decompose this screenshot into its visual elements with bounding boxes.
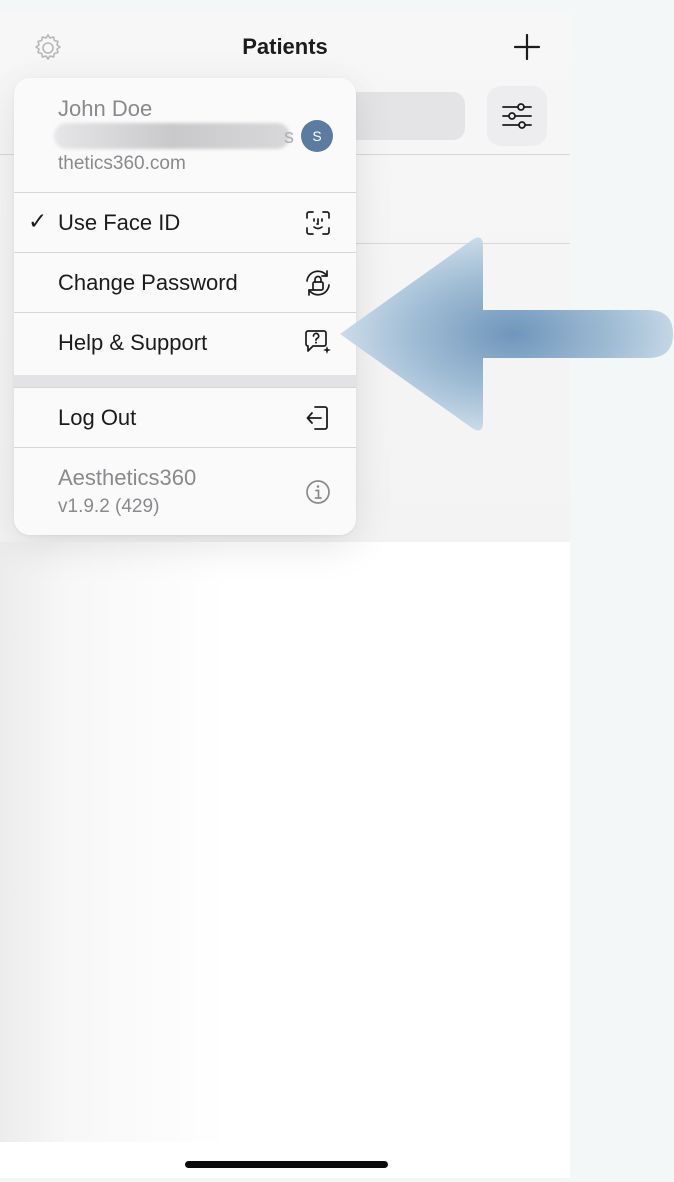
menu-item-face-id[interactable]: ✓ Use Face ID (14, 192, 356, 253)
menu-item-change-password[interactable]: Change Password (14, 252, 356, 313)
app-name: Aesthetics360 (58, 465, 197, 490)
account-header: John Doe s S thetics360.com (14, 78, 356, 192)
app-version: v1.9.2 (429) (58, 496, 160, 517)
account-menu: John Doe s S thetics360.com ✓ Use Face I… (14, 78, 356, 535)
avatar: S (301, 120, 333, 152)
home-indicator (185, 1161, 388, 1168)
section-separator (14, 375, 356, 387)
checkmark-icon: ✓ (28, 208, 48, 234)
menu-item-label: Change Password (58, 270, 238, 295)
account-domain: thetics360.com (58, 153, 186, 174)
menu-item-label: Log Out (58, 405, 137, 430)
info-icon (306, 480, 330, 504)
sliders-icon (502, 103, 532, 129)
filter-button[interactable] (487, 86, 547, 146)
menu-item-log-out[interactable]: Log Out (14, 387, 356, 448)
account-name: John Doe (58, 96, 153, 121)
menu-item-label: Help & Support (58, 330, 208, 355)
background-lower (0, 542, 570, 1142)
about-app-row[interactable]: Aesthetics360 v1.9.2 (429) (14, 447, 356, 535)
page-title: Patients (242, 34, 328, 59)
redacted-email (54, 123, 290, 149)
menu-item-help-support[interactable]: Help & Support (14, 312, 356, 373)
annotation-arrow (340, 237, 673, 431)
email-fragment: s (284, 126, 294, 148)
add-patient-button[interactable] (512, 32, 542, 62)
menu-item-label: Use Face ID (58, 210, 181, 235)
